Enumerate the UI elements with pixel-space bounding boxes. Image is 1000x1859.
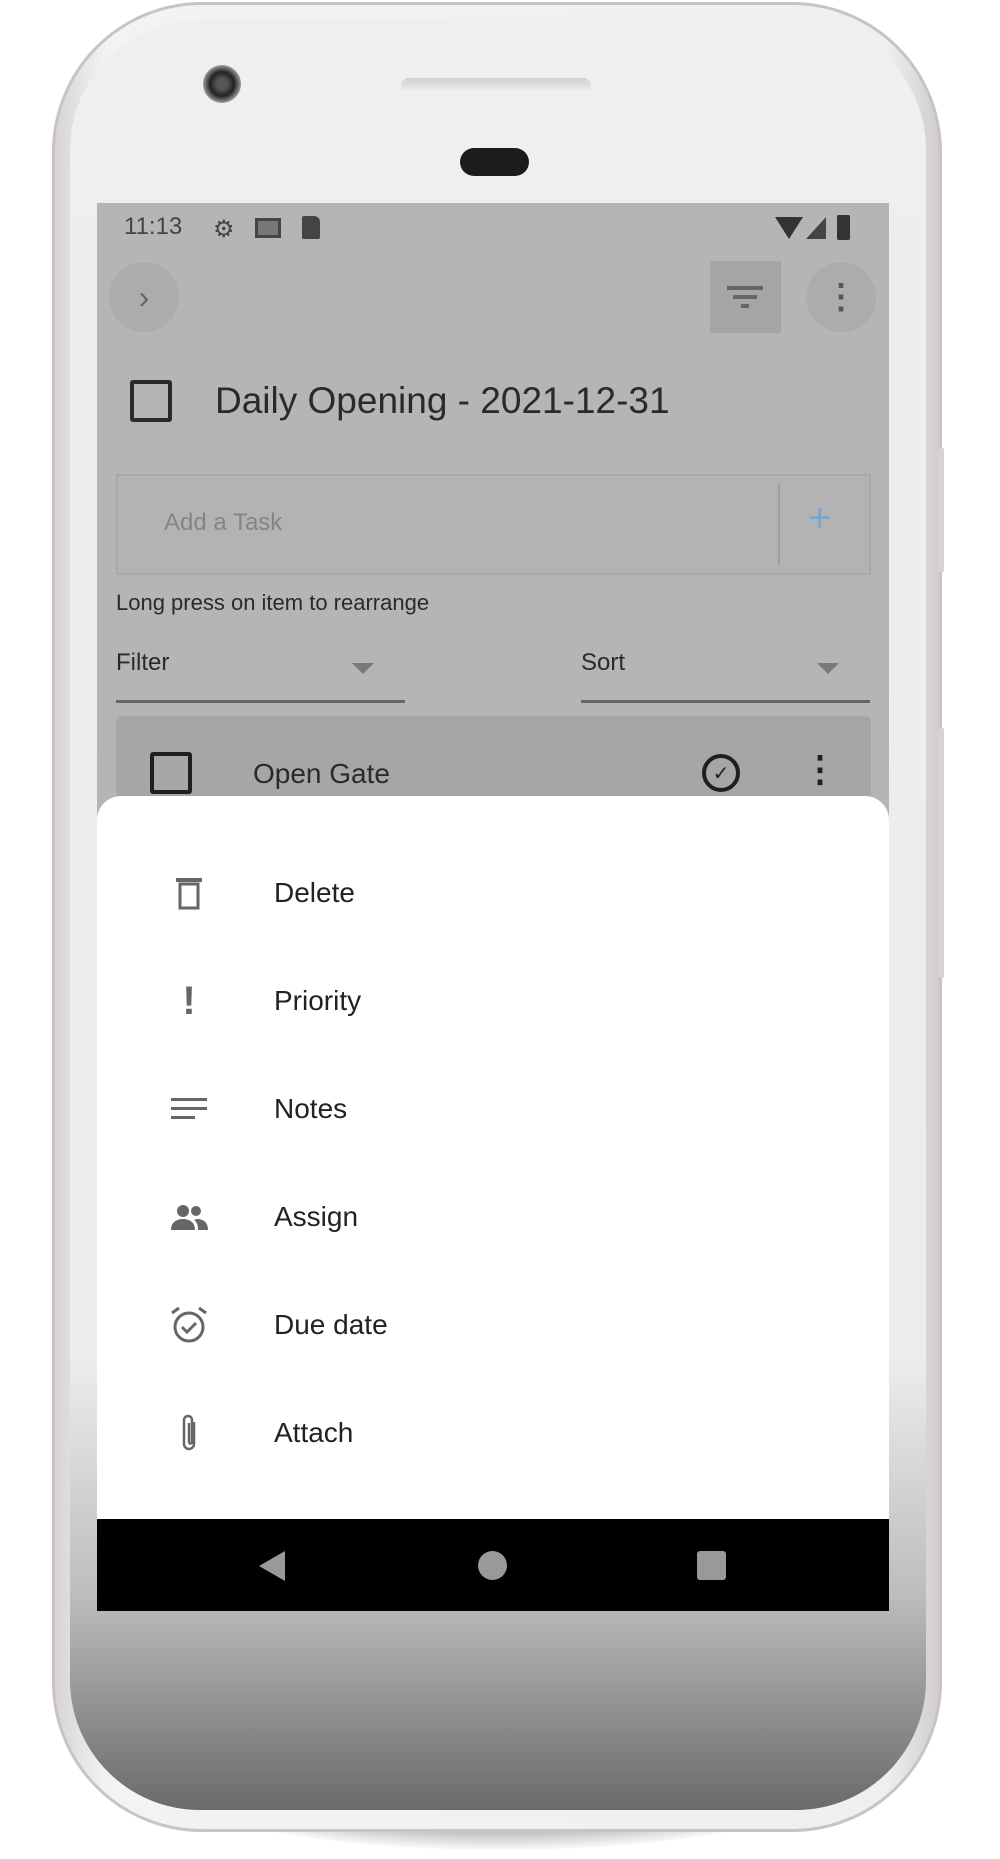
more-options-button[interactable]: ⋮: [806, 262, 876, 332]
dropdown-arrow-icon: [352, 663, 374, 674]
paperclip-icon: [165, 1409, 213, 1457]
sd-card-icon: [302, 216, 320, 239]
chevron-right-icon: ›: [138, 278, 150, 315]
more-vert-icon: ⋮: [824, 278, 858, 316]
filter-icon-line: [733, 295, 757, 299]
task-more-icon[interactable]: ⋮: [802, 748, 838, 790]
sheet-item-label: Delete: [274, 877, 355, 908]
rearrange-hint: Long press on item to rearrange: [116, 590, 430, 615]
screen: 11:13 ⚙ › ⋮ Daily Opening - 2021-12-31 A…: [97, 203, 889, 1611]
sheet-item-priority[interactable]: ! Priority: [97, 956, 889, 1046]
exclamation-icon: !: [182, 978, 196, 1023]
power-button: [938, 728, 944, 978]
navigation-bar: [97, 1519, 889, 1611]
speaker-grille: [401, 78, 591, 94]
bottom-sheet: Delete ! Priority Notes Assign Due date …: [97, 796, 889, 1519]
list-title: Daily Opening - 2021-12-31: [215, 380, 670, 421]
volume-button: [938, 448, 944, 572]
sheet-item-assign[interactable]: Assign: [97, 1172, 889, 1262]
sort-dropdown[interactable]: Sort: [581, 647, 870, 703]
add-task-button[interactable]: +: [808, 496, 831, 541]
list-checkbox[interactable]: [130, 380, 172, 422]
filter-dropdown[interactable]: Filter: [116, 647, 405, 703]
sheet-item-label: Notes: [274, 1093, 348, 1124]
sheet-item-due-date[interactable]: Due date: [97, 1280, 889, 1370]
filter-label: Filter: [116, 649, 170, 676]
recents-icon[interactable]: [697, 1551, 726, 1580]
filter-icon-line: [741, 304, 749, 308]
add-task-field[interactable]: Add a Task +: [116, 474, 871, 575]
sheet-item-notes[interactable]: Notes: [97, 1064, 889, 1154]
signal-icon: [806, 217, 826, 239]
sheet-item-label: Priority: [274, 985, 362, 1016]
sheet-item-attach[interactable]: Attach: [97, 1388, 889, 1478]
trash-icon: [165, 869, 213, 917]
back-icon[interactable]: [259, 1551, 285, 1581]
alarm-check-icon[interactable]: ✓: [702, 754, 740, 792]
dropdown-arrow-icon: [817, 663, 839, 674]
people-icon: [165, 1193, 213, 1241]
sheet-item-delete[interactable]: Delete: [97, 848, 889, 938]
expand-button[interactable]: ›: [109, 262, 179, 332]
wifi-icon: [775, 217, 803, 239]
earpiece-sensor: [460, 148, 529, 176]
sheet-item-label: Attach: [274, 1417, 354, 1448]
notes-icon: [165, 1085, 213, 1133]
alarm-check-icon: [165, 1301, 213, 1349]
add-task-input[interactable]: Add a Task: [164, 509, 282, 537]
status-time: 11:13: [124, 213, 183, 240]
camera-lens: [203, 65, 241, 103]
gear-icon: ⚙: [213, 216, 235, 243]
task-title: Open Gate: [253, 758, 390, 789]
sheet-item-label: Due date: [274, 1309, 388, 1340]
gmail-icon: [255, 218, 281, 238]
filter-icon: [727, 286, 763, 290]
divider: [778, 484, 780, 565]
sheet-item-label: Assign: [274, 1201, 359, 1232]
home-icon[interactable]: [478, 1551, 507, 1580]
sort-label: Sort: [581, 649, 626, 676]
battery-icon: [837, 215, 850, 240]
filter-button[interactable]: [710, 261, 781, 333]
task-checkbox[interactable]: [150, 752, 192, 794]
